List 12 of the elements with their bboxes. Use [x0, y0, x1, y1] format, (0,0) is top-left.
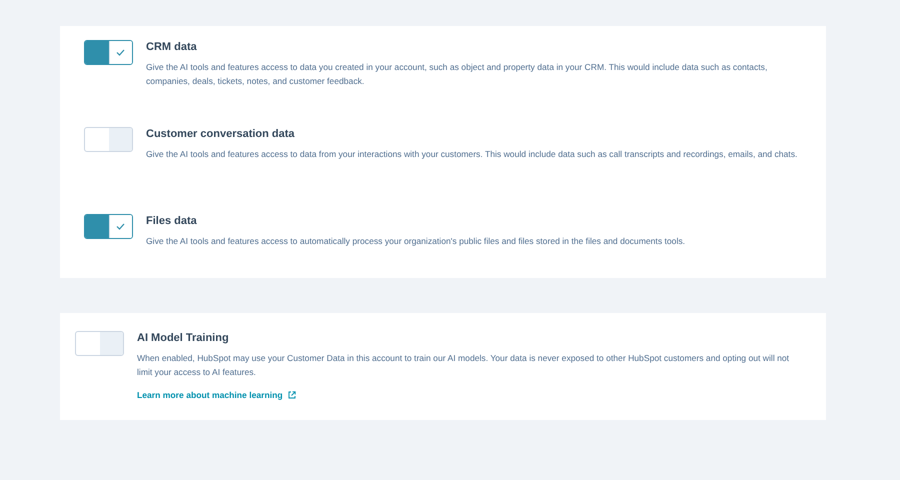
external-link-icon — [288, 391, 296, 400]
setting-description: Give the AI tools and features access to automatically process your organization's public files and files stored in the files and documents tools. — [146, 235, 686, 248]
setting-title: CRM data — [146, 40, 198, 54]
setting-title: Files data — [146, 214, 198, 228]
setting-description: When enabled, HubSpot may use your Customer Data in this account to train our AI models. Your data is never exposed to other HubSpot customers and opting out will not limit your access to AI features. — [137, 352, 790, 379]
setting-title: AI Model Training — [137, 331, 230, 345]
toggle-switch[interactable] — [84, 214, 133, 239]
setting-description: Give the AI tools and features access to data from your interactions with your customers. This would include data such as call transcripts and recordings, emails, and chats. — [146, 148, 798, 161]
learn-more-link[interactable]: Learn more about machine learning — [137, 389, 296, 402]
setting-description: Give the AI tools and features access to data you created in your account, such as object and property data in your CRM. This would include data such as contacts, companies, deals, tickets, notes, and customer feedback. — [146, 61, 768, 88]
setting-title: Customer conversation data — [146, 127, 296, 141]
toggle-switch[interactable] — [84, 40, 133, 65]
